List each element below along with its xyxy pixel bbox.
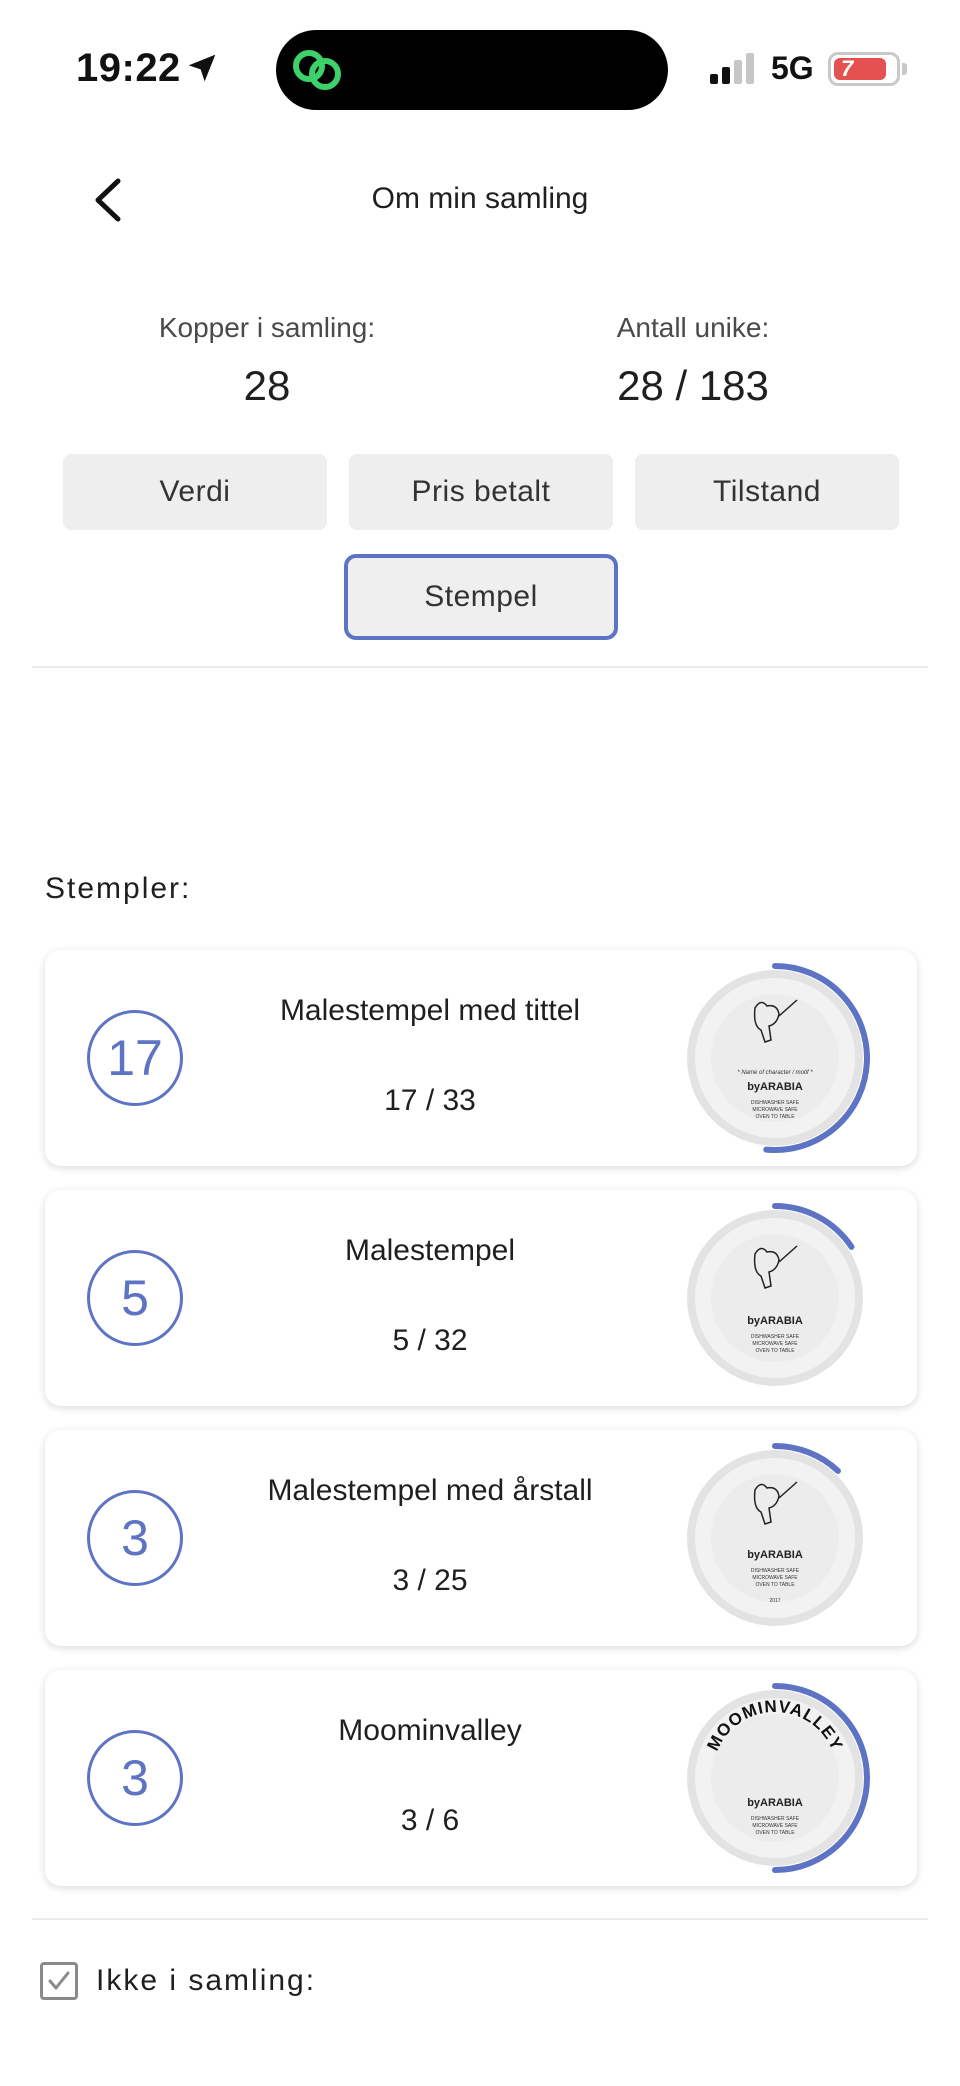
stamp-card-4[interactable]: 3 Moominvalley 3 / 6 MOOMINVALLEY byARAB… [45, 1670, 917, 1886]
stat-collection-label: Kopper i samling: [158, 312, 376, 343]
plate-care-1: DISHWASHER SAFE [751, 1568, 800, 1574]
filter-stamp-button[interactable]: Stempel [344, 554, 618, 640]
not-in-collection-checkbox[interactable] [40, 1962, 78, 2000]
plate-year: 2017 [769, 1598, 780, 1604]
plate-care-1: DISHWASHER SAFE [751, 1816, 800, 1822]
stat-unique: Antall unike: 28 / 183 [493, 312, 893, 410]
stamp-title: Malestempel med årstall [267, 1474, 593, 1507]
status-bar: 19:22 5G 7 [0, 0, 960, 130]
plate-care-3: OVEN TO TABLE [755, 1114, 795, 1120]
plate-care-3: OVEN TO TABLE [755, 1830, 795, 1836]
page-title: Om min samling [371, 182, 589, 215]
stamp-progress-text: 5 / 32 [392, 1324, 468, 1357]
stamp-card-3[interactable]: 3 Malestempel med årstall 3 / 25 byARABI… [45, 1430, 917, 1646]
plate-brand: byARABIA [747, 1549, 803, 1561]
stamp-title: Malestempel [344, 1234, 516, 1267]
cellular-signal-icon [710, 53, 754, 84]
stamp-count-badge: 3 [87, 1490, 183, 1586]
plate-care-3: OVEN TO TABLE [755, 1348, 795, 1354]
battery-level: 7 [841, 56, 854, 81]
checkmark-icon [48, 1971, 70, 1990]
plate-brand: byARABIA [747, 1081, 803, 1093]
plate-brand: byARABIA [747, 1797, 803, 1809]
link-rings-icon [293, 50, 341, 90]
location-arrow-icon [188, 54, 216, 82]
stamp-count-badge: 5 [87, 1250, 183, 1346]
stamp-card-2[interactable]: 5 Malestempel 5 / 32 byARABIA DISHWASHER… [45, 1190, 917, 1406]
stamp-title: Malestempel med tittel [279, 994, 581, 1027]
not-in-collection-label: Ikke i samling: [96, 1964, 317, 1997]
stamp-count-badge: 3 [87, 1730, 183, 1826]
stat-unique-value: 28 / 183 [617, 362, 769, 409]
plate-care-3: OVEN TO TABLE [755, 1582, 795, 1588]
stamp-count-badge: 17 [87, 1010, 183, 1106]
stamp-plate-image: byARABIA DISHWASHER SAFE MICROWAVE SAFE … [687, 1443, 863, 1626]
stamps-section-title: Stempler: [45, 872, 192, 905]
stamp-plate-image: byARABIA DISHWASHER SAFE MICROWAVE SAFE … [687, 1203, 863, 1386]
stamp-progress-text: 17 / 33 [384, 1084, 476, 1117]
plate-care-2: MICROWAVE SAFE [752, 1341, 798, 1347]
stamp-progress-text: 3 / 25 [392, 1564, 468, 1597]
battery-icon: 7 [828, 52, 900, 86]
plate-care-2: MICROWAVE SAFE [752, 1575, 798, 1581]
plate-care-1: DISHWASHER SAFE [751, 1334, 800, 1340]
plate-care-1: DISHWASHER SAFE [751, 1100, 800, 1106]
plate-care-2: MICROWAVE SAFE [752, 1107, 798, 1113]
plate-character-line: * Name of character / motif * [737, 1070, 813, 1076]
stamp-title: Moominvalley [338, 1714, 522, 1747]
network-type: 5G [771, 50, 814, 86]
filter-value-button[interactable]: Verdi [63, 454, 327, 530]
divider [32, 1918, 928, 1920]
stamp-plate-image: * Name of character / motif * byARABIA D… [687, 963, 870, 1153]
stat-collection: Kopper i samling: 28 [67, 312, 467, 410]
plate-brand: byARABIA [747, 1315, 803, 1327]
stamp-card-1[interactable]: 17 Malestempel med tittel 17 / 33 * Name… [45, 950, 917, 1166]
stat-unique-label: Antall unike: [616, 312, 770, 343]
stat-collection-value: 28 [243, 362, 291, 409]
filter-price-button[interactable]: Pris betalt [349, 454, 613, 530]
filter-condition-button[interactable]: Tilstand [635, 454, 899, 530]
plate-care-2: MICROWAVE SAFE [752, 1823, 798, 1829]
stamp-progress-text: 3 / 6 [400, 1804, 460, 1837]
status-time: 19:22 [76, 46, 181, 90]
divider [32, 666, 928, 668]
stamp-plate-image: MOOMINVALLEY byARABIA DISHWASHER SAFE MI… [687, 1683, 870, 1873]
